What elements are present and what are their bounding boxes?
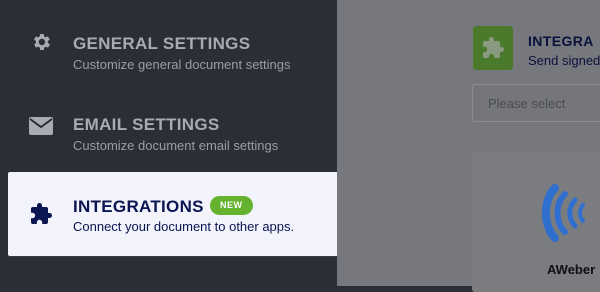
sidebar-item-title: INTEGRATIONS: [73, 197, 204, 216]
panel-title: INTEGRA: [528, 33, 594, 49]
sidebar-item-subtitle: Connect your document to other apps.: [73, 219, 295, 234]
envelope-icon: [27, 84, 55, 168]
gear-icon: [27, 0, 55, 84]
sidebar-item-email-settings[interactable]: EMAIL SETTINGS Customize document email …: [8, 84, 341, 168]
sidebar-item-title: EMAIL SETTINGS: [73, 115, 220, 134]
integration-card-aweber[interactable]: AWeber: [472, 152, 600, 292]
integration-select[interactable]: Please select: [472, 84, 600, 122]
divider: [8, 256, 341, 257]
sidebar-item-title: GENERAL SETTINGS: [73, 34, 251, 53]
new-badge: NEW: [210, 196, 253, 215]
sidebar-item-general-settings[interactable]: GENERAL SETTINGS Customize general docum…: [8, 0, 341, 84]
sidebar-item-subtitle: Customize document email settings: [73, 138, 279, 153]
aweber-logo-icon: [541, 182, 600, 249]
puzzle-icon: [27, 172, 55, 256]
settings-sidebar: GENERAL SETTINGS Customize general docum…: [0, 0, 341, 286]
sidebar-item-subtitle: Customize general document settings: [73, 57, 291, 72]
select-placeholder: Please select: [488, 96, 566, 111]
integrations-panel: INTEGRA Send signed Please select AWeber: [337, 0, 600, 292]
integration-card-label: AWeber: [547, 262, 596, 277]
puzzle-icon: [473, 26, 513, 70]
panel-subtitle: Send signed: [528, 53, 600, 68]
sidebar-item-integrations[interactable]: INTEGRATIONS NEW Connect your document t…: [8, 172, 341, 256]
